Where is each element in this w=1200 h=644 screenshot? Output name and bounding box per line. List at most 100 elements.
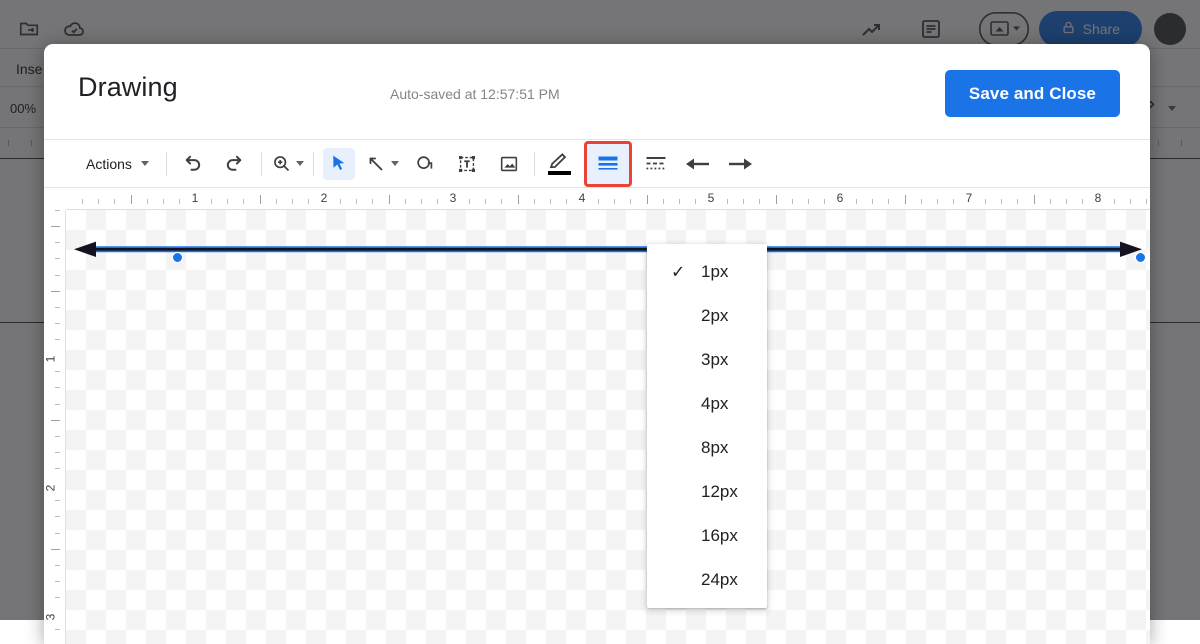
selection-handle-start[interactable]	[172, 252, 183, 263]
vertical-ruler[interactable]: 123	[44, 210, 66, 644]
line-weight-option[interactable]: 16px	[647, 514, 767, 558]
line-weight-menu[interactable]: ✓1px2px3px 4px 8px 12px 16px 24px	[647, 244, 767, 608]
select-tool[interactable]	[323, 148, 355, 180]
shape-tool[interactable]	[409, 148, 441, 180]
ruler-tick	[485, 199, 486, 204]
ruler-tick	[1034, 195, 1035, 204]
canvas-surface[interactable]	[66, 210, 1150, 644]
toolbar-separator	[166, 152, 167, 176]
ruler-tick	[389, 195, 390, 204]
ruler-tick	[55, 581, 60, 582]
ruler-tick	[55, 242, 60, 243]
ruler-tick	[1001, 199, 1002, 204]
ruler-tick	[51, 420, 60, 421]
ruler-tick	[179, 199, 180, 204]
drawing-toolbar: Actions	[44, 140, 1150, 188]
toolbar-separator	[261, 152, 262, 176]
ruler-tick	[566, 199, 567, 204]
ruler-tick	[55, 404, 60, 405]
line-weight-option-label: 12px	[701, 482, 738, 502]
ruler-tick	[55, 516, 60, 517]
drawing-dialog: Drawing Auto-saved at 12:57:51 PM Save a…	[44, 44, 1150, 644]
ruler-tick	[518, 195, 519, 204]
line-start-button[interactable]	[682, 148, 714, 180]
line-weight-option-label: 16px	[701, 526, 738, 546]
line-weight-option[interactable]: ✓1px	[647, 250, 767, 294]
ruler-tick	[647, 195, 648, 204]
ruler-tick	[921, 199, 922, 204]
ruler-tick	[372, 199, 373, 204]
ruler-tick	[114, 199, 115, 204]
ruler-tick	[55, 468, 60, 469]
line-weight-option[interactable]: 24px	[647, 558, 767, 602]
ruler-tick	[501, 199, 502, 204]
toolbar-separator	[534, 152, 535, 176]
dialog-title: Drawing	[78, 72, 178, 103]
line-weight-option[interactable]: 12px	[647, 470, 767, 514]
ruler-number: 7	[966, 191, 973, 205]
ruler-number: 1	[44, 356, 57, 363]
ruler-tick	[55, 597, 60, 598]
line-weight-option[interactable]: 2px	[647, 294, 767, 338]
line-weight-option-label: 4px	[701, 394, 728, 414]
ruler-tick	[695, 199, 696, 204]
ruler-tick	[51, 291, 60, 292]
drawing-canvas-area: 12345678 123	[44, 188, 1150, 644]
autosave-status: Auto-saved at 12:57:51 PM	[390, 86, 560, 102]
ruler-tick	[51, 549, 60, 550]
ruler-tick	[1066, 199, 1067, 204]
ruler-tick	[55, 565, 60, 566]
selection-handle-end[interactable]	[1135, 252, 1146, 263]
ruler-number: 5	[708, 191, 715, 205]
ruler-tick	[147, 199, 148, 204]
ruler-tick	[55, 387, 60, 388]
ruler-tick	[727, 199, 728, 204]
ruler-tick	[55, 275, 60, 276]
ruler-tick	[292, 199, 293, 204]
check-icon: ✓	[671, 264, 685, 281]
ruler-tick	[1082, 199, 1083, 204]
actions-menu-button[interactable]: Actions	[78, 148, 157, 180]
actions-label: Actions	[86, 156, 132, 172]
zoom-button[interactable]	[271, 148, 304, 180]
ruler-tick	[163, 199, 164, 204]
line-dash-button[interactable]	[640, 148, 672, 180]
ruler-tick	[243, 199, 244, 204]
horizontal-ruler[interactable]: 12345678	[44, 188, 1150, 210]
ruler-tick	[679, 199, 680, 204]
redo-button[interactable]	[220, 148, 252, 180]
ruler-number: 2	[321, 191, 328, 205]
line-weight-option[interactable]: 4px	[647, 382, 767, 426]
ruler-tick	[759, 199, 760, 204]
line-color-button[interactable]	[544, 148, 576, 180]
ruler-tick	[1050, 199, 1051, 204]
image-tool[interactable]	[493, 148, 525, 180]
save-and-close-button[interactable]: Save and Close	[945, 70, 1120, 117]
ruler-number: 8	[1095, 191, 1102, 205]
line-end-button[interactable]	[724, 148, 756, 180]
line-color-swatch	[548, 171, 571, 175]
ruler-number: 3	[44, 614, 57, 621]
ruler-tick	[340, 199, 341, 204]
dialog-header: Drawing Auto-saved at 12:57:51 PM Save a…	[44, 44, 1150, 140]
ruler-tick	[856, 199, 857, 204]
double-headed-arrow-shape[interactable]	[66, 210, 1150, 644]
ruler-tick	[630, 199, 631, 204]
ruler-tick	[131, 195, 132, 204]
line-weight-option[interactable]: 3px	[647, 338, 767, 382]
text-box-tool[interactable]	[451, 148, 483, 180]
line-tool[interactable]	[365, 148, 399, 180]
undo-button[interactable]	[176, 148, 208, 180]
ruler-tick	[534, 199, 535, 204]
ruler-tick	[985, 199, 986, 204]
ruler-tick	[614, 199, 615, 204]
ruler-tick	[776, 195, 777, 204]
ruler-tick	[55, 323, 60, 324]
ruler-tick	[211, 199, 212, 204]
toolbar-separator	[313, 152, 314, 176]
chevron-down-icon	[391, 161, 399, 166]
line-weight-option[interactable]: 8px	[647, 426, 767, 470]
ruler-tick	[953, 199, 954, 204]
ruler-tick	[598, 199, 599, 204]
line-weight-button[interactable]	[586, 143, 630, 185]
